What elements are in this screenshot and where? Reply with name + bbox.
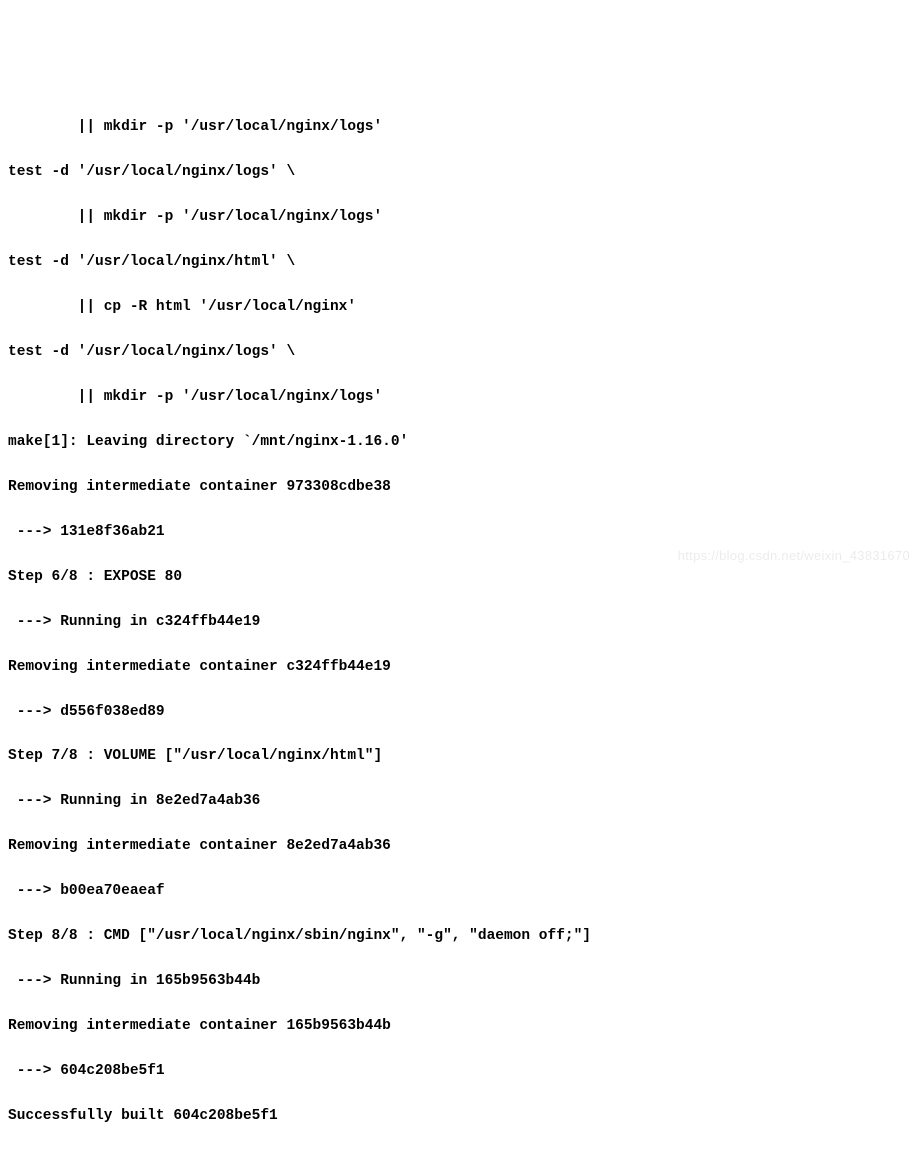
terminal-line: Successfully tagged nginx:v3 xyxy=(8,1150,912,1152)
terminal-line: || mkdir -p '/usr/local/nginx/logs' xyxy=(8,386,912,408)
terminal-line: ---> Running in c324ffb44e19 xyxy=(8,611,912,633)
terminal-line: test -d '/usr/local/nginx/logs' \ xyxy=(8,161,912,183)
terminal-output: || mkdir -p '/usr/local/nginx/logs' test… xyxy=(8,94,912,1152)
terminal-line: || mkdir -p '/usr/local/nginx/logs' xyxy=(8,116,912,138)
terminal-line: make[1]: Leaving directory `/mnt/nginx-1… xyxy=(8,431,912,453)
terminal-line: Step 8/8 : CMD ["/usr/local/nginx/sbin/n… xyxy=(8,925,912,947)
terminal-line: Removing intermediate container 973308cd… xyxy=(8,476,912,498)
terminal-line: ---> b00ea70eaeaf xyxy=(8,880,912,902)
terminal-line: test -d '/usr/local/nginx/logs' \ xyxy=(8,341,912,363)
terminal-line: Removing intermediate container 8e2ed7a4… xyxy=(8,835,912,857)
terminal-line: Step 6/8 : EXPOSE 80 xyxy=(8,566,912,588)
terminal-line: ---> d556f038ed89 xyxy=(8,701,912,723)
terminal-line: Successfully built 604c208be5f1 xyxy=(8,1105,912,1127)
terminal-line: || mkdir -p '/usr/local/nginx/logs' xyxy=(8,206,912,228)
terminal-line: ---> Running in 8e2ed7a4ab36 xyxy=(8,790,912,812)
terminal-line: ---> Running in 165b9563b44b xyxy=(8,970,912,992)
terminal-line: ---> 604c208be5f1 xyxy=(8,1060,912,1082)
terminal-line: Step 7/8 : VOLUME ["/usr/local/nginx/htm… xyxy=(8,745,912,767)
terminal-line: test -d '/usr/local/nginx/html' \ xyxy=(8,251,912,273)
terminal-line: Removing intermediate container 165b9563… xyxy=(8,1015,912,1037)
watermark-text: https://blog.csdn.net/weixin_43831670 xyxy=(678,546,910,566)
terminal-line: ---> 131e8f36ab21 xyxy=(8,521,912,543)
terminal-line: Removing intermediate container c324ffb4… xyxy=(8,656,912,678)
terminal-line: || cp -R html '/usr/local/nginx' xyxy=(8,296,912,318)
